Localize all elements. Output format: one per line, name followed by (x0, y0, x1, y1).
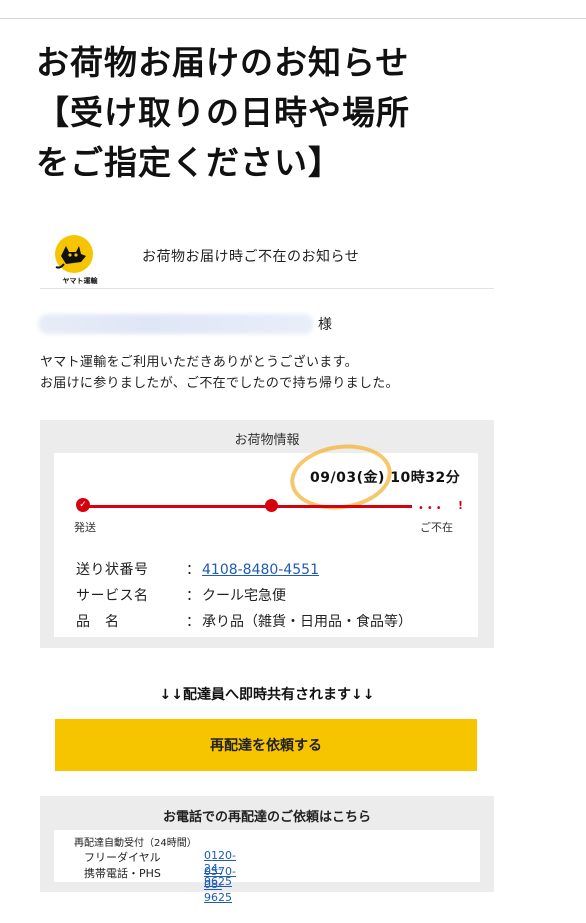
free-dial-label: フリーダイヤル (84, 851, 161, 864)
detail-row: 品 名 ： 承り品（雑貨・日用品・食品等） (76, 609, 412, 635)
logo-text: ヤマト運輸 (62, 277, 98, 285)
request-redelivery-button[interactable]: 再配達を依頼する (55, 719, 477, 771)
alert-icon: ! (458, 499, 464, 512)
detail-value: クール宅急便 (202, 588, 286, 604)
phone-heading: お電話での再配達のご依頼はこちら (162, 810, 371, 825)
progress-dot (265, 499, 278, 512)
top-divider (0, 18, 586, 19)
detail-colon: ： (186, 614, 200, 630)
package-info-panel: お荷物情報 09/03(金) 10時32分 ✓ ••• ! 発送 ご不在 送り状… (40, 420, 494, 648)
notice-title: お荷物お届け時ご不在のお知らせ (142, 249, 360, 265)
check-icon: ✓ (76, 498, 90, 512)
mobile-number-link[interactable]: 0570-08-9625 (204, 865, 236, 904)
mobile-label: 携帯電話・PHS (84, 867, 161, 880)
detail-row: サービス名 ： クール宅急便 (76, 583, 412, 609)
page-title-line: お荷物お届けのお知らせ (36, 43, 410, 82)
status-end-label: ご不在 (420, 521, 453, 534)
greeting-line: お届けに参りましたが、ご不在でしたので持ち帰りました。 (40, 376, 399, 391)
status-start-label: 発送 (74, 521, 96, 534)
detail-value: 承り品（雑貨・日用品・食品等） (202, 614, 412, 630)
detail-colon: ： (186, 588, 200, 604)
page-title-line: 【受け取りの日時や場所 (36, 93, 410, 132)
detail-row: 送り状番号 ： 4108-8480-4551 (76, 557, 412, 583)
detail-key: 品 名 (76, 614, 120, 630)
pending-dots-icon: ••• (418, 503, 445, 514)
page-title: お荷物お届けのお知らせ 【受け取りの日時や場所 をご指定ください】 (36, 38, 556, 188)
detail-colon: ： (186, 562, 200, 578)
package-info-heading: お荷物情報 (234, 433, 300, 448)
recipient-name-redacted (38, 314, 314, 334)
recipient-honorific: 様 (318, 317, 332, 333)
yamato-logo: ヤマト運輸 (50, 234, 98, 285)
greeting-line: ヤマト運輸をご利用いただきありがとうございます。 (40, 355, 358, 370)
greeting-message: ヤマト運輸をご利用いただきありがとうございます。 お届けに参りましたが、ご不在で… (40, 352, 399, 394)
phone-row: 携帯電話・PHS 0570-08-9625 (84, 865, 236, 904)
package-details: 送り状番号 ： 4108-8480-4551 サービス名 ： クール宅急便 品 … (76, 557, 412, 635)
detail-key: サービス名 (76, 588, 149, 604)
phone-row: フリーダイヤル 0120-24-9625 (84, 849, 236, 888)
black-cat-icon (55, 235, 93, 273)
share-notice: ↓↓配達員へ即時共有されます↓↓ (159, 687, 375, 703)
phone-card: 再配達自動受付（24時間） フリーダイヤル 0120-24-9625 携帯電話・… (54, 830, 480, 904)
status-progress-track (82, 505, 412, 508)
tracking-number-link[interactable]: 4108-8480-4551 (202, 557, 319, 583)
phone-subheading: 再配達自動受付（24時間） (74, 838, 197, 849)
email-header: ヤマト運輸 お荷物お届け時ご不在のお知らせ (40, 228, 494, 289)
page-title-line: をご指定ください】 (36, 143, 342, 182)
package-info-card: 09/03(金) 10時32分 ✓ ••• ! 発送 ご不在 送り状番号 ： 4… (54, 438, 478, 637)
phone-redelivery-panel: お電話での再配達のご依頼はこちら 再配達自動受付（24時間） フリーダイヤル 0… (40, 796, 494, 904)
detail-key: 送り状番号 (76, 562, 149, 578)
